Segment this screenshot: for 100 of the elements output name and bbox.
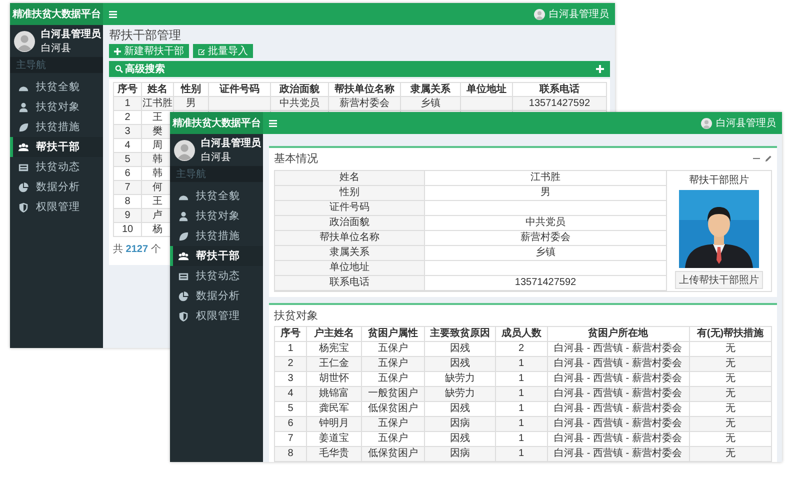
- table-cell: 因病: [424, 416, 496, 432]
- table-cell: 1: [495, 416, 548, 432]
- table-cell: 王仁金: [306, 356, 362, 372]
- nav-item[interactable]: 帮扶干部: [10, 137, 103, 157]
- app-logo: 精准扶贫大数据平台: [170, 112, 263, 134]
- search-icon: [115, 65, 123, 73]
- search-bar-title: 高级搜索: [125, 62, 165, 76]
- nav-item[interactable]: 扶贫动态: [10, 157, 103, 177]
- table-cell: 7: [114, 180, 142, 194]
- table-cell: 3: [114, 124, 142, 138]
- pencil-icon[interactable]: [765, 155, 772, 162]
- field-label: 单位地址: [275, 261, 425, 276]
- field-label: 姓名: [275, 171, 425, 186]
- nav-item[interactable]: 扶贫措施: [10, 117, 103, 137]
- table-cell: 6: [274, 416, 307, 432]
- table-cell: 白河县 - 西营镇 - 薪营村委会: [547, 386, 690, 402]
- column-header: 政治面貌: [270, 82, 328, 96]
- table-cell: 钟明月: [306, 416, 362, 432]
- shield-icon: [18, 202, 29, 212]
- users-icon: [18, 142, 29, 152]
- column-header: 序号: [274, 326, 307, 342]
- table-cell: 江书胜: [142, 96, 174, 110]
- nav-item[interactable]: 数据分析: [170, 286, 263, 306]
- field-label: 性别: [275, 186, 425, 201]
- newspaper-icon: [18, 162, 29, 172]
- table-cell: 10: [114, 222, 142, 236]
- field-label: 证件号码: [275, 201, 425, 216]
- nav-item[interactable]: 扶贫动态: [170, 266, 263, 286]
- user-icon: [178, 210, 189, 222]
- column-header: 联系电话: [512, 82, 606, 96]
- field-value: 薪营村委会: [425, 231, 667, 246]
- table-cell: 缺劳力: [424, 386, 496, 402]
- menu-icon[interactable]: [109, 10, 117, 18]
- user-name: 白河县管理员: [201, 136, 261, 150]
- table-cell: 无: [689, 416, 772, 432]
- nav-item[interactable]: 数据分析: [10, 177, 103, 197]
- table-cell: 低保贫困户: [362, 446, 424, 462]
- edit-icon: [198, 48, 205, 54]
- table-cell: 五保户: [362, 416, 424, 432]
- table-cell: 因残: [424, 356, 496, 372]
- table-cell: 1: [495, 356, 548, 372]
- column-header: 有(无)帮扶措施: [689, 326, 772, 342]
- shield-icon: [178, 310, 189, 322]
- table-cell: 白河县 - 西营镇 - 薪营村委会: [547, 446, 690, 462]
- avatar-icon[interactable]: [701, 118, 712, 128]
- photo-title: 帮扶干部照片: [689, 174, 749, 187]
- table-cell: 一般贫困户: [362, 386, 424, 402]
- field-value: 乡镇: [425, 246, 667, 261]
- table-cell: 因病: [424, 446, 496, 462]
- table-cell: 8: [274, 446, 307, 462]
- table-cell: 白河县 - 西营镇 - 薪营村委会: [547, 356, 690, 372]
- field-value: 男: [425, 186, 667, 201]
- column-header: 成员人数: [495, 326, 548, 342]
- table-cell: 无: [689, 446, 772, 462]
- field-value: 13571427592: [425, 276, 667, 291]
- nav-item[interactable]: 扶贫全貌: [10, 77, 103, 97]
- field-label: 帮扶单位名称: [275, 231, 425, 246]
- table-cell: 1: [495, 386, 548, 402]
- user-name: 白河县管理员: [41, 28, 101, 41]
- field-value: 中共党员: [425, 216, 667, 231]
- field-value: 江书胜: [425, 171, 667, 186]
- plus-icon: [114, 48, 121, 54]
- column-header: 序号: [114, 82, 142, 96]
- app-logo: 精准扶贫大数据平台: [10, 3, 103, 25]
- leaf-icon: [18, 122, 29, 132]
- column-header: 主要致贫原因: [424, 326, 496, 342]
- avatar-icon: [14, 30, 35, 52]
- plus-icon[interactable]: [596, 65, 604, 73]
- nav-item[interactable]: 权限管理: [170, 306, 263, 326]
- table-cell: 5: [114, 152, 142, 166]
- field-label: 政治面貌: [275, 216, 425, 231]
- collapse-icon[interactable]: [753, 155, 760, 162]
- nav-heading: 主导航: [170, 166, 263, 182]
- table-cell: 1: [114, 96, 142, 110]
- field-label: 隶属关系: [275, 246, 425, 261]
- column-header: 户主姓名: [306, 326, 362, 342]
- total-count-text: 共 2127 个: [113, 242, 161, 256]
- table-cell: 姚锦富: [306, 386, 362, 402]
- avatar-icon[interactable]: [534, 8, 545, 20]
- column-header: 隶属关系: [400, 82, 460, 96]
- table-cell: 毛华贵: [306, 446, 362, 462]
- nav-item[interactable]: 权限管理: [10, 197, 103, 217]
- nav-heading: 主导航: [10, 57, 103, 73]
- nav-item[interactable]: 帮扶干部: [170, 246, 263, 266]
- user-county: 白河县: [201, 151, 232, 164]
- user-icon: [18, 102, 29, 112]
- column-header: 贫困户所在地: [547, 326, 690, 342]
- table-cell: 五保户: [362, 356, 424, 372]
- panel-title: 扶贫对象: [274, 309, 318, 323]
- table-cell: 无: [689, 356, 772, 372]
- leaf-icon: [178, 230, 189, 242]
- menu-icon[interactable]: [269, 120, 277, 126]
- column-header: 帮扶单位名称: [328, 82, 400, 96]
- table-cell: 薪营村委会: [328, 96, 400, 110]
- table-cell: 中共党员: [270, 96, 328, 110]
- user-county: 白河县: [41, 42, 72, 55]
- field-label: 联系电话: [275, 276, 425, 291]
- upload-photo-button[interactable]: 上传帮扶干部照片: [675, 271, 763, 289]
- column-header: 贫困户属性: [362, 326, 424, 342]
- nav-item[interactable]: 扶贫对象: [10, 97, 103, 117]
